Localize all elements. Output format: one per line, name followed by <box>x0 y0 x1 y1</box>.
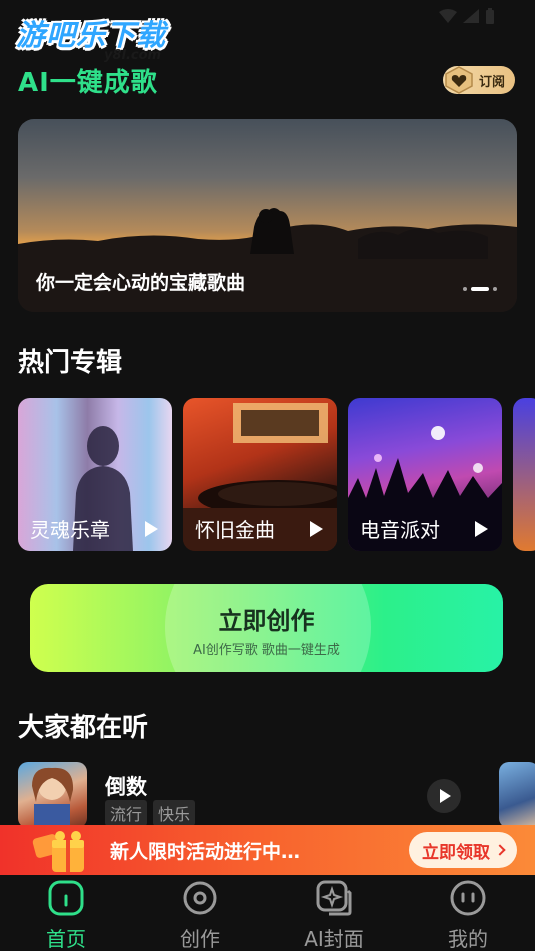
tab-label: 创作 <box>180 927 220 951</box>
pagination-dot <box>463 287 467 291</box>
claim-now-label: 立即领取 <box>422 842 490 863</box>
tab-label: AI封面 <box>304 927 364 951</box>
vip-heart-icon <box>445 66 473 94</box>
status-icons <box>439 8 495 24</box>
chevron-right-icon <box>494 844 506 856</box>
album-card-nostalgia[interactable]: 怀旧金曲 <box>183 398 337 551</box>
wifi-icon <box>439 9 457 23</box>
tab-ai-cover[interactable]: AI封面 <box>284 875 384 951</box>
tab-label: 首页 <box>46 927 86 951</box>
album-card-soul[interactable]: 灵魂乐章 <box>18 398 172 551</box>
banner-pagination <box>463 287 497 291</box>
tab-home[interactable]: 首页 <box>16 875 116 951</box>
play-icon[interactable] <box>475 521 488 537</box>
create-now-button[interactable]: 立即创作 AI创作写歌 歌曲一键生成 <box>30 584 503 672</box>
promo-banner[interactable]: 新人限时活动进行中… 立即领取 <box>0 825 535 875</box>
popular-listening-title: 大家都在听 <box>18 713 149 743</box>
watermark-sub: y8l.com <box>104 48 162 63</box>
gift-icon <box>32 831 84 872</box>
album-card-edm[interactable]: 电音派对 <box>348 398 502 551</box>
song-row[interactable]: 倒数 流行 快乐 <box>18 762 535 828</box>
promo-text: 新人限时活动进行中… <box>110 841 301 863</box>
banner-caption: 你一定会心动的宝藏歌曲 <box>36 272 246 294</box>
create-now-subtitle: AI创作写歌 歌曲一键生成 <box>193 643 340 658</box>
tab-label: 我的 <box>448 927 488 951</box>
song-tag: 流行 <box>105 800 148 826</box>
play-icon[interactable] <box>310 521 323 537</box>
album-label: 电音派对 <box>360 518 440 542</box>
ai-cover-icon <box>316 880 352 916</box>
song-tags: 流行 快乐 <box>105 800 196 826</box>
disc-icon <box>183 881 217 915</box>
hot-albums-title: 热门专辑 <box>18 348 123 378</box>
signal-icon <box>463 9 479 23</box>
watermark-main: 游吧乐下载 <box>16 18 167 52</box>
bottom-tab-bar: 首页 创作 AI封面 我的 <box>0 875 535 951</box>
watermark-logo: 游吧乐下载 y8l.com <box>16 18 167 63</box>
next-song-cover[interactable] <box>499 762 535 828</box>
song-cover-image <box>32 767 74 828</box>
song-play-button[interactable] <box>427 779 461 813</box>
album-card-partial[interactable] <box>513 398 535 551</box>
play-icon[interactable] <box>145 521 158 537</box>
claim-now-button[interactable]: 立即领取 <box>409 832 517 868</box>
song-tag: 快乐 <box>153 800 196 826</box>
song-cover <box>18 762 87 828</box>
subscribe-label: 订阅 <box>478 74 505 90</box>
subscribe-button[interactable]: 订阅 <box>443 66 515 94</box>
tab-create[interactable]: 创作 <box>150 875 250 951</box>
pagination-dot <box>493 287 497 291</box>
battery-icon <box>486 8 494 24</box>
tab-profile[interactable]: 我的 <box>418 875 518 951</box>
page-title: AI一键成歌 <box>18 68 158 98</box>
home-icon <box>48 880 84 916</box>
song-title: 倒数 <box>105 775 147 799</box>
album-label: 灵魂乐章 <box>30 518 110 542</box>
profile-icon <box>450 880 486 916</box>
create-now-title: 立即创作 <box>218 607 315 635</box>
hero-banner[interactable]: 你一定会心动的宝藏歌曲 <box>18 119 517 312</box>
pagination-dot-active <box>471 287 489 291</box>
album-label: 怀旧金曲 <box>195 518 275 542</box>
